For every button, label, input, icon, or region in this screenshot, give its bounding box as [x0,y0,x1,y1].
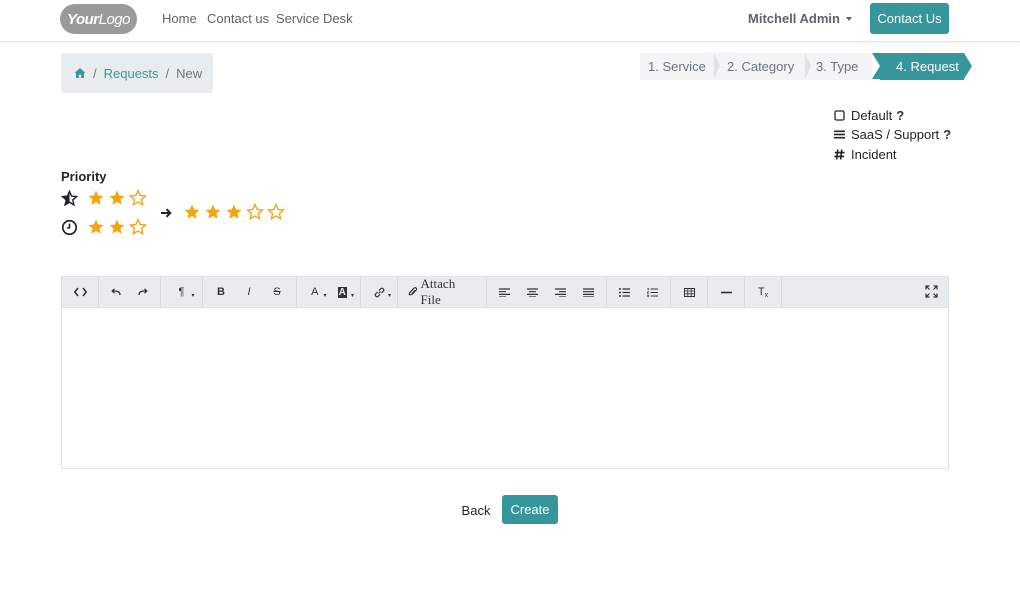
breadcrumb-separator: / [93,65,97,81]
type-incident-label: Incident [851,147,897,162]
star-filled-icon [204,203,222,221]
editor-content-area[interactable] [62,308,948,468]
step-divider [714,53,720,79]
breadcrumb-separator: / [165,65,170,81]
create-button[interactable]: Create [502,495,558,524]
align-center-icon[interactable] [519,277,547,307]
step-label: 1. Service [648,59,706,74]
back-button[interactable]: Back [455,496,497,524]
star-empty-icon [267,203,285,221]
star-filled-icon[interactable] [108,189,126,207]
home-icon[interactable] [74,67,86,79]
type-incident: Incident [834,147,897,162]
step-request-active[interactable]: 4. Request [872,53,972,80]
star-filled-icon[interactable] [87,189,105,207]
contact-us-button[interactable]: Contact Us [870,3,949,34]
priority-row-impact [61,189,147,207]
step-type[interactable]: 3. Type [806,53,872,80]
priority-row-urgency [61,218,147,236]
nav-contact-us[interactable]: Contact us [207,11,269,26]
star-filled-icon[interactable] [108,218,126,236]
align-right-icon[interactable] [547,277,575,307]
code-view-icon[interactable] [66,277,94,307]
breadcrumb-current: New [176,65,203,81]
user-name: Mitchell Admin [748,11,840,26]
bullet-list-icon[interactable] [611,277,639,307]
user-menu[interactable]: Mitchell Admin [748,11,852,26]
priority-result-stars [183,203,285,221]
caret-down-icon [845,17,852,21]
arrow-right-icon [160,207,172,219]
team-default-label: Default [851,108,893,123]
wizard-steps: 1. Service 2. Category 3. Type 4. Reques… [640,53,972,80]
attach-file-button[interactable]: Attach File [402,276,482,307]
priority-stars-impact[interactable] [87,189,147,207]
company-logo[interactable]: YourLogo [60,4,137,34]
help-mark[interactable]: ? [896,108,904,123]
horizontal-rule-icon[interactable] [712,277,740,307]
step-label: 4. Request [896,59,959,74]
align-justify-icon[interactable] [574,277,602,307]
star-filled-icon [183,203,201,221]
numbered-list-icon[interactable] [639,277,667,307]
undo-icon[interactable] [103,277,130,307]
breadcrumb: / Requests / New [61,53,213,93]
square-outline-icon [834,110,845,121]
category-saas-label: SaaS / Support [851,127,940,142]
editor-toolbar: ¶ ▾ B I S A ▾ A ▾ ▾ Attach File T x [62,276,948,308]
nav-service-desk[interactable]: Service Desk [276,11,353,26]
strikethrough-icon[interactable]: S [263,277,291,307]
step-label: 2. Category [727,59,795,74]
star-empty-icon [246,203,264,221]
clear-formatting-icon[interactable]: Tx [749,277,777,307]
redo-icon[interactable] [130,277,157,307]
hashtag-icon [834,149,845,160]
step-divider [805,53,811,79]
link-icon[interactable]: ▾ [365,277,393,307]
step-service[interactable]: 1. Service [640,53,720,80]
top-navbar: YourLogo Home Contact us Service Desk Mi… [0,0,1020,42]
star-filled-icon [225,203,243,221]
logo-text-light: Logo [98,10,131,28]
step-label: 3. Type [816,59,859,74]
star-filled-icon[interactable] [87,218,105,236]
paragraph-style-icon[interactable]: ¶ ▾ [167,277,197,307]
help-mark[interactable]: ? [943,127,951,142]
category-saas-support: SaaS / Support ? [834,127,951,142]
table-icon[interactable] [675,277,703,307]
team-default: Default ? [834,108,904,123]
fullscreen-icon[interactable] [925,285,938,298]
font-color-icon[interactable]: A ▾ [301,277,329,307]
logo-text-bold: Your [67,10,99,28]
priority-stars-urgency[interactable] [87,218,147,236]
clock-icon [61,219,78,236]
star-empty-icon[interactable] [129,218,147,236]
attach-file-label: Attach File [420,276,456,307]
bold-icon[interactable]: B [207,277,235,307]
half-star-icon [61,189,78,207]
step-category[interactable]: 2. Category [715,53,811,80]
background-color-icon[interactable]: A ▾ [329,277,357,307]
italic-icon[interactable]: I [235,277,263,307]
nav-home[interactable]: Home [162,11,197,26]
breadcrumb-requests[interactable]: Requests [104,66,159,81]
priority-label: Priority [61,169,107,184]
description-editor: ¶ ▾ B I S A ▾ A ▾ ▾ Attach File T x [61,276,949,469]
bars-icon [834,129,845,140]
align-left-icon[interactable] [491,277,519,307]
star-empty-icon[interactable] [129,189,147,207]
